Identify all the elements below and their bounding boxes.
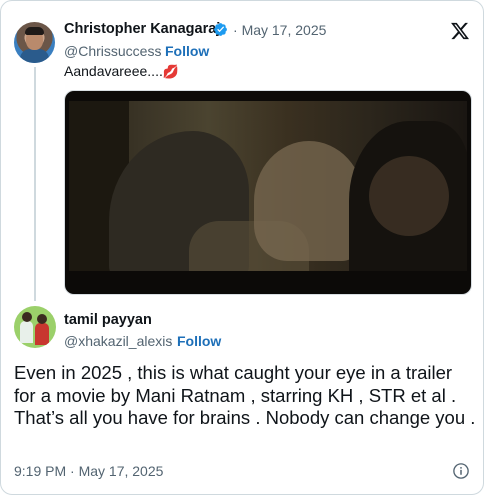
video-frame-image — [69, 101, 467, 271]
separator-dot: · — [168, 333, 173, 349]
follow-button[interactable]: Follow — [177, 333, 221, 349]
info-icon[interactable] — [452, 462, 470, 480]
quoted-author-handle[interactable]: @Chrissuccess — [64, 43, 161, 59]
follow-button-quoted[interactable]: Follow — [165, 43, 209, 59]
quoted-tweet-media[interactable] — [64, 90, 472, 295]
kiss-mark-icon: 💋 — [162, 64, 180, 79]
verified-badge-icon — [214, 23, 227, 36]
thread-connector-line — [34, 67, 36, 301]
avatar-christopher[interactable] — [14, 22, 55, 63]
avatar-tamil-payyan[interactable] — [14, 306, 56, 348]
quoted-author-name[interactable]: Christopher Kanagaraj — [64, 21, 220, 37]
author-name[interactable]: tamil payyan — [64, 312, 152, 328]
quoted-tweet-date[interactable]: · May 17, 2025 — [233, 22, 326, 38]
tweet-timestamp[interactable]: 9:19 PM · May 17, 2025 — [14, 463, 163, 479]
embedded-tweet-card: Christopher Kanagaraj · May 17, 2025 @Ch… — [0, 0, 484, 495]
x-logo-icon[interactable] — [449, 21, 471, 41]
tweet-text: Even in 2025 , this is what caught your … — [14, 362, 476, 429]
author-handle[interactable]: @xhakazil_alexis — [64, 333, 172, 349]
separator-dot: · — [157, 43, 162, 59]
quoted-tweet-text: Aandavareee....💋 — [64, 63, 180, 79]
